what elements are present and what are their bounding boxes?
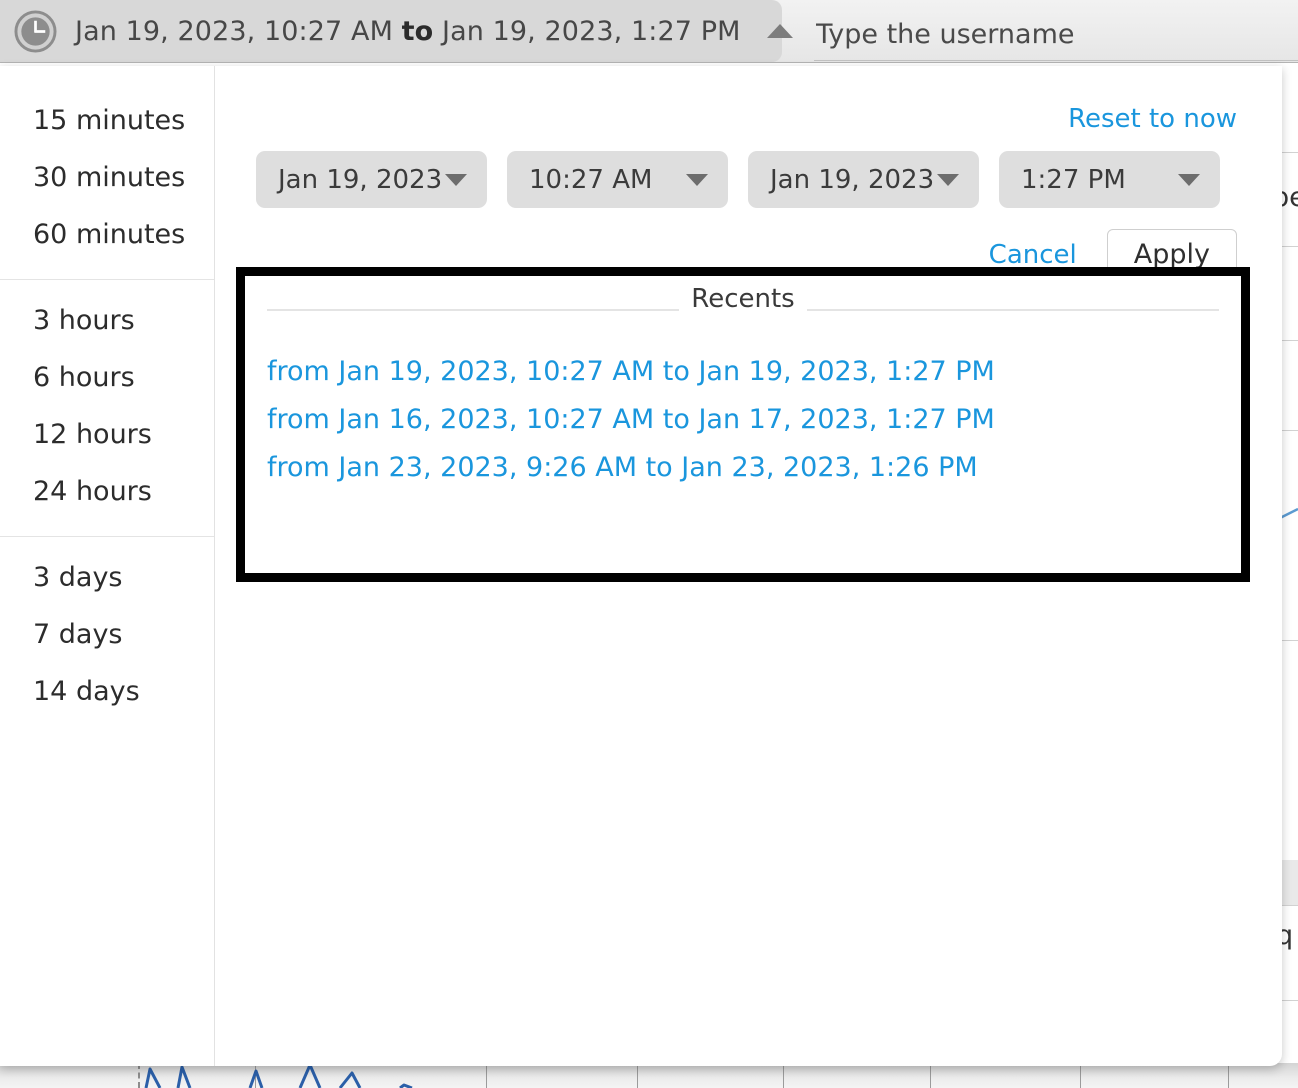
range-start-label: Jan 19, 2023, 10:27 AM — [75, 15, 393, 47]
quick-range-14-days[interactable]: 14 days — [0, 663, 214, 720]
username-input[interactable] — [814, 8, 1298, 61]
quick-ranges-group-days: 3 days 7 days 14 days — [0, 536, 214, 736]
datetime-fields-row: Jan 19, 2023 10:27 AM Jan 19, 2023 1:27 … — [256, 151, 1220, 208]
quick-range-3-hours[interactable]: 3 hours — [0, 292, 214, 349]
cancel-button[interactable]: Cancel — [989, 240, 1077, 270]
picker-content: Reset to now Jan 19, 2023 10:27 AM Jan 1… — [215, 66, 1282, 1066]
range-end-label: Jan 19, 2023, 1:27 PM — [442, 15, 741, 47]
chevron-down-icon — [1178, 173, 1200, 186]
quick-ranges-group-hours: 3 hours 6 hours 12 hours 24 hours — [0, 279, 214, 536]
quick-ranges-group-minutes: 15 minutes 30 minutes 60 minutes — [0, 80, 214, 279]
chevron-down-icon — [445, 173, 467, 186]
quick-range-7-days[interactable]: 7 days — [0, 606, 214, 663]
recent-item-1[interactable]: from Jan 19, 2023, 10:27 AM to Jan 19, 2… — [267, 348, 1219, 396]
chevron-down-icon — [686, 173, 708, 186]
reset-row: Reset to now — [1068, 104, 1237, 134]
start-time-value: 10:27 AM — [529, 164, 653, 195]
start-date-value: Jan 19, 2023 — [278, 164, 443, 195]
start-date-dropdown[interactable]: Jan 19, 2023 — [256, 151, 487, 208]
screen-root: pe q Jan 19, 2023 — [0, 0, 1298, 1088]
chevron-up-icon — [766, 24, 793, 38]
clock-icon — [14, 9, 57, 53]
quick-ranges-sidebar: 15 minutes 30 minutes 60 minutes 3 hours… — [0, 66, 215, 1066]
end-time-dropdown[interactable]: 1:27 PM — [999, 151, 1220, 208]
quick-range-12-hours[interactable]: 12 hours — [0, 406, 214, 463]
recents-list: from Jan 19, 2023, 10:27 AM to Jan 19, 2… — [267, 322, 1219, 492]
end-time-value: 1:27 PM — [1021, 164, 1126, 195]
recent-item-3[interactable]: from Jan 23, 2023, 9:26 AM to Jan 23, 20… — [267, 444, 1219, 492]
legend-rule-right — [806, 309, 1219, 311]
time-range-trigger[interactable]: Jan 19, 2023, 10:27 AM to Jan 19, 2023, … — [0, 0, 793, 62]
end-date-dropdown[interactable]: Jan 19, 2023 — [748, 151, 979, 208]
recents-section: Recents from Jan 19, 2023, 10:27 AM to J… — [245, 276, 1241, 573]
quick-range-6-hours[interactable]: 6 hours — [0, 349, 214, 406]
reset-to-now-link[interactable]: Reset to now — [1068, 104, 1237, 134]
legend-rule-left — [267, 309, 680, 311]
quick-range-24-hours[interactable]: 24 hours — [0, 463, 214, 520]
end-date-value: Jan 19, 2023 — [770, 164, 935, 195]
quick-range-30-minutes[interactable]: 30 minutes — [0, 149, 214, 206]
recent-item-2[interactable]: from Jan 16, 2023, 10:27 AM to Jan 17, 2… — [267, 396, 1219, 444]
quick-range-60-minutes[interactable]: 60 minutes — [0, 206, 214, 263]
recents-highlight-box: Recents from Jan 19, 2023, 10:27 AM to J… — [236, 267, 1250, 582]
range-joiner-label: to — [401, 15, 434, 47]
chevron-down-icon — [937, 173, 959, 186]
quick-range-3-days[interactable]: 3 days — [0, 549, 214, 606]
recents-legend: Recents — [267, 276, 1219, 322]
chart-series-line — [144, 1063, 413, 1088]
timeline-chart-strip — [0, 1063, 1298, 1088]
time-range-label: Jan 19, 2023, 10:27 AM to Jan 19, 2023, … — [75, 16, 741, 47]
quick-range-15-minutes[interactable]: 15 minutes — [0, 92, 214, 149]
recents-legend-label: Recents — [691, 284, 795, 314]
start-time-dropdown[interactable]: 10:27 AM — [507, 151, 728, 208]
time-range-picker-panel: 15 minutes 30 minutes 60 minutes 3 hours… — [0, 66, 1282, 1066]
